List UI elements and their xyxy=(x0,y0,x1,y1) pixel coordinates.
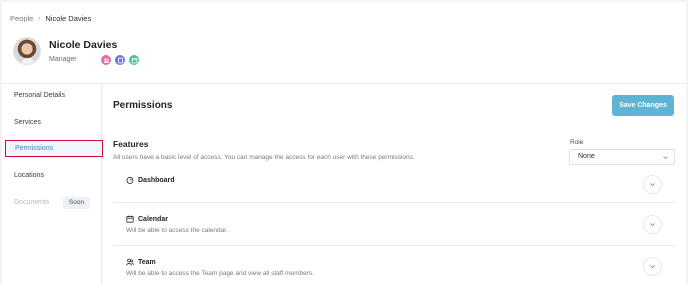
feature-description: Will be able to access the Team page and… xyxy=(126,270,314,277)
feature-row-team: Team Will be able to access the Team pag… xyxy=(113,246,675,285)
avatar xyxy=(13,37,41,65)
page-title: Permissions xyxy=(113,100,173,111)
app-window: People › Nicole Davies Nicole Davies Man… xyxy=(2,2,686,285)
role-label: Role xyxy=(570,139,584,146)
role-select[interactable]: None xyxy=(569,149,675,165)
sidebar-item-locations[interactable]: Locations xyxy=(14,172,44,179)
feature-description: Will be able to access the calendar. xyxy=(126,227,228,234)
expand-dashboard-button[interactable] xyxy=(643,175,662,194)
chevron-down-icon xyxy=(650,183,655,187)
soon-badge: Soon xyxy=(63,197,90,209)
chevron-down-icon xyxy=(663,156,668,160)
feature-label: Dashboard xyxy=(138,176,175,184)
user-name: Nicole Davies xyxy=(49,39,118,51)
breadcrumb-people-link[interactable]: People xyxy=(10,14,33,23)
feature-label: Calendar xyxy=(138,215,168,223)
feature-label: Team xyxy=(138,258,156,266)
breadcrumb-separator: › xyxy=(38,15,41,22)
sidebar-item-personal-details[interactable]: Personal Details xyxy=(14,92,65,99)
sidebar-item-services[interactable]: Services xyxy=(14,119,41,126)
feature-name: Dashboard xyxy=(126,176,175,184)
features-heading: Features xyxy=(113,139,149,149)
sidebar: Personal Details Services Permissions Lo… xyxy=(2,84,103,285)
feature-name: Team xyxy=(126,258,156,266)
user-role: Manager xyxy=(49,56,77,63)
breadcrumb: People › Nicole Davies xyxy=(10,14,91,23)
feature-row-calendar: Calendar Will be able to access the cale… xyxy=(113,203,675,246)
sidebar-item-permissions[interactable]: Permissions xyxy=(5,140,103,157)
feature-name: Calendar xyxy=(126,215,168,223)
calendar-icon xyxy=(126,215,134,223)
user-badges xyxy=(100,54,140,66)
expand-calendar-button[interactable] xyxy=(643,215,662,234)
breadcrumb-current: Nicole Davies xyxy=(45,14,92,23)
features-description: All users have a basic level of access. … xyxy=(113,154,415,161)
people-badge-icon xyxy=(100,54,112,66)
save-changes-button[interactable]: Save Changes xyxy=(612,95,674,116)
dashboard-icon xyxy=(126,176,134,184)
expand-team-button[interactable] xyxy=(643,257,662,276)
chevron-down-icon xyxy=(650,265,655,269)
role-select-value: None xyxy=(578,153,595,160)
header-divider xyxy=(2,83,686,84)
services-badge-icon xyxy=(114,54,126,66)
calendar-badge-icon xyxy=(128,54,140,66)
team-icon xyxy=(126,258,134,266)
sidebar-item-documents: Documents xyxy=(14,199,50,206)
feature-row-dashboard: Dashboard xyxy=(113,167,675,203)
chevron-down-icon xyxy=(650,223,655,227)
